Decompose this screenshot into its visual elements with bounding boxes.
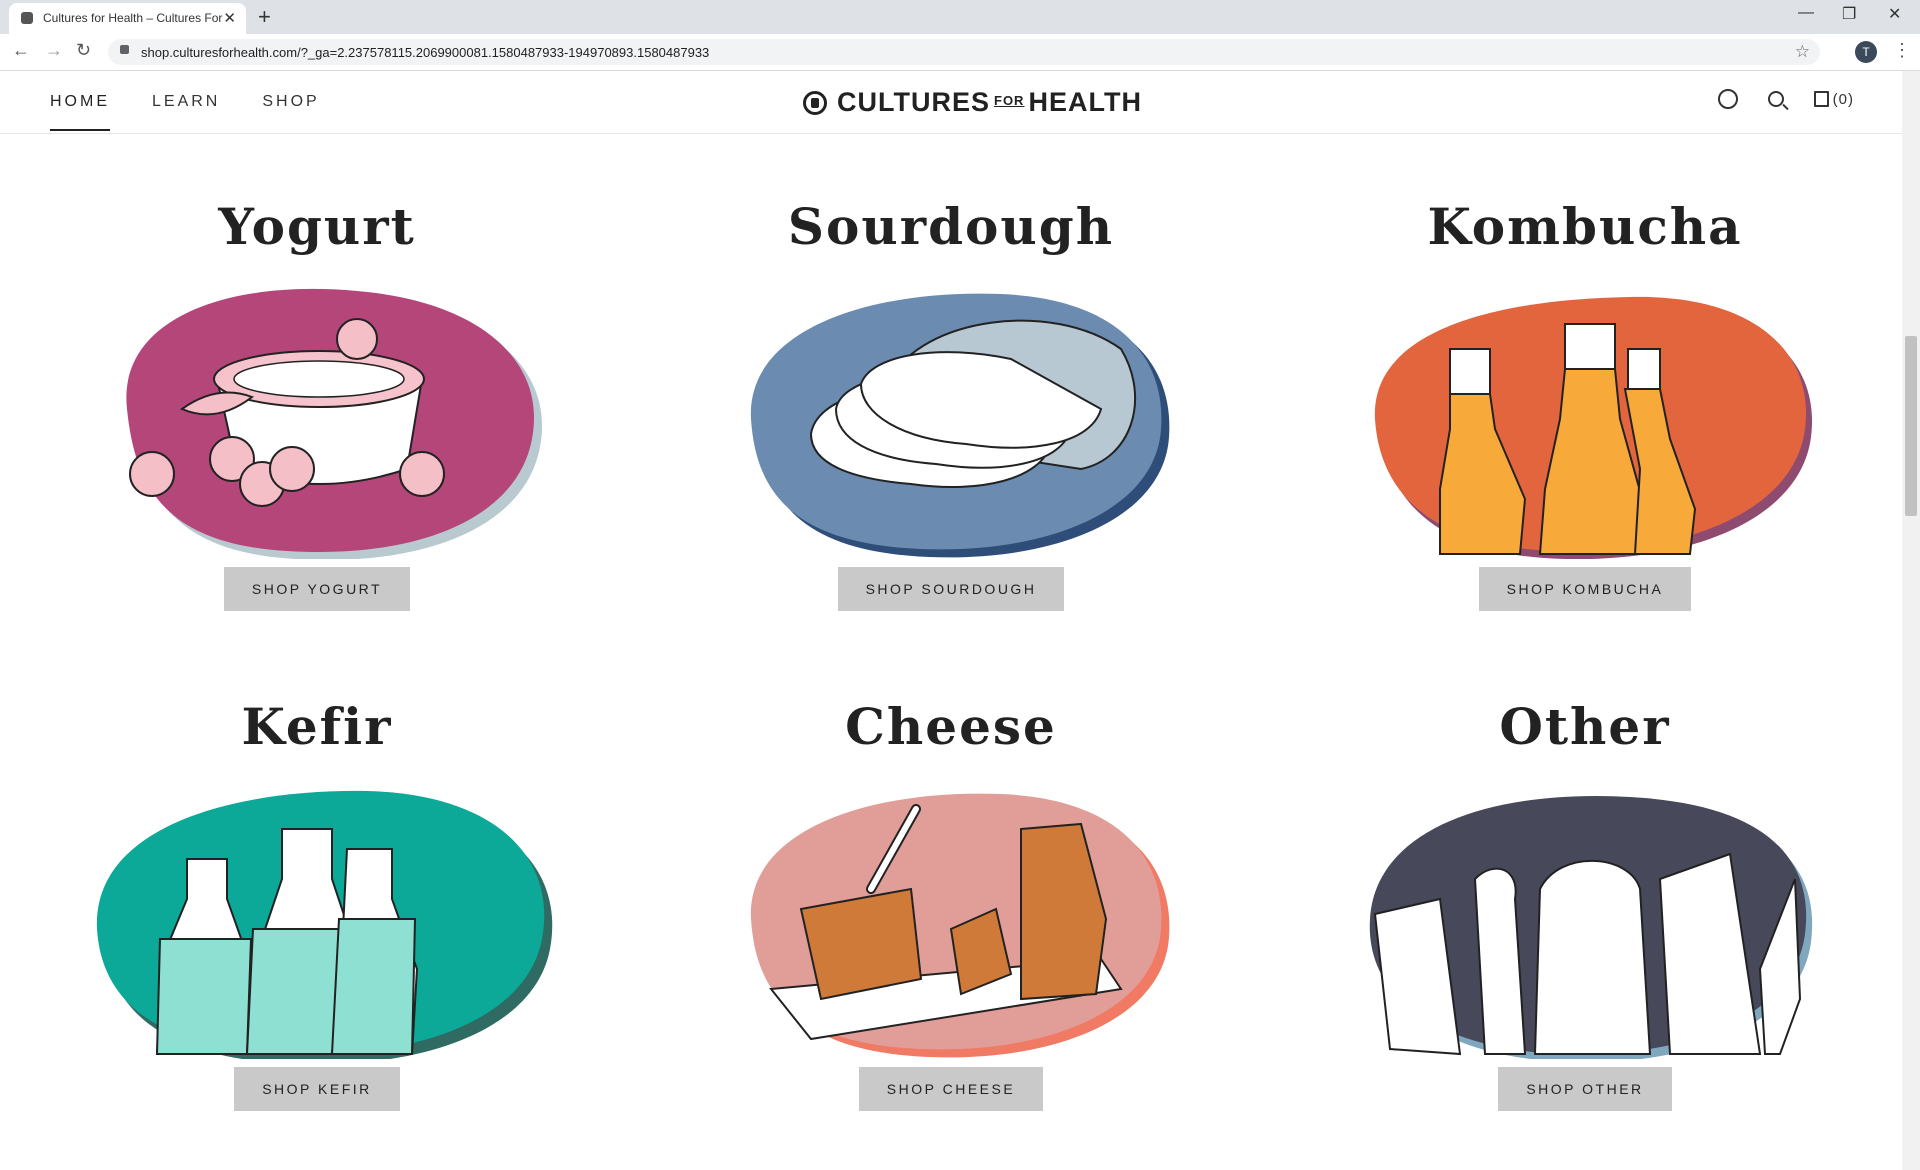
yogurt-illustration[interactable] [87,269,547,559]
category-card-kombucha: Kombucha SHOP KOMBUCHA [1268,185,1902,611]
header-icons: (0) [1717,89,1854,109]
kombucha-illustration[interactable] [1350,269,1820,559]
reload-icon[interactable]: ↻ [76,40,91,61]
site-header: HOME LEARN SHOP CULTURES FOR HEALTH (0) [0,71,1902,134]
shop-kefir-button[interactable]: SHOP KEFIR [234,1067,400,1111]
category-title: Other [1499,697,1671,756]
back-icon[interactable]: ← [12,40,30,61]
category-card-cheese: Cheese SHOP CHEESE [634,685,1268,1111]
category-card-kefir: Kefir SHOP KEFIR [0,685,634,1111]
other-illustration[interactable] [1350,769,1820,1059]
sourdough-illustration[interactable] [721,269,1181,559]
new-tab-icon[interactable]: + [258,4,271,30]
scrollbar-thumb[interactable] [1905,336,1917,516]
shop-yogurt-button[interactable]: SHOP YOGURT [223,567,411,611]
kefir-illustration[interactable] [77,769,557,1059]
cart-count: (0) [1832,90,1854,108]
nav-home[interactable]: HOME [50,93,110,131]
page-scrollbar[interactable] [1902,71,1920,1170]
browser-menu-icon[interactable]: ⋮ [1893,40,1911,61]
category-title: Yogurt [218,197,416,256]
close-tab-icon[interactable]: ✕ [223,9,236,27]
url-field[interactable]: shop.culturesforhealth.com/?_ga=2.237578… [108,39,1820,65]
logo-word-cultures: CULTURES [837,87,990,117]
main-nav: HOME LEARN SHOP [50,93,320,131]
address-bar-row: ← → ↻ shop.culturesforhealth.com/?_ga=2.… [0,34,1920,71]
shop-cheese-button[interactable]: SHOP CHEESE [858,1067,1044,1111]
nav-shop[interactable]: SHOP [262,93,319,131]
account-icon[interactable] [1717,89,1738,109]
site-favicon-icon [21,12,33,24]
site-logo[interactable]: CULTURES FOR HEALTH [803,87,1142,118]
shopping-bag-icon [1813,91,1829,107]
category-title: Cheese [845,697,1057,756]
forward-icon[interactable]: → [45,40,63,61]
profile-avatar[interactable]: T [1855,41,1877,63]
category-card-yogurt: Yogurt SHOP YOGURT [0,185,634,611]
logo-jar-icon [803,90,827,115]
category-title: Kefir [241,697,393,756]
bookmark-star-icon[interactable]: ☆ [1795,42,1810,62]
browser-tab[interactable]: Cultures for Health – Cultures For Healt… [9,3,246,34]
cheese-illustration[interactable] [721,769,1181,1059]
category-title: Kombucha [1427,197,1743,256]
category-card-other: Other SHOP OTHER [1268,685,1902,1111]
category-card-sourdough: Sourdough SHOP SOURDOUGH [634,185,1268,611]
tab-title: Cultures for Health – Cultures For Healt… [43,11,223,25]
cart-button[interactable]: (0) [1813,90,1854,108]
shop-sourdough-button[interactable]: SHOP SOURDOUGH [837,567,1065,611]
logo-word-for: FOR [994,93,1025,108]
url-text: shop.culturesforhealth.com/?_ga=2.237578… [141,45,710,60]
shop-other-button[interactable]: SHOP OTHER [1498,1067,1672,1111]
logo-word-health: HEALTH [1028,87,1142,117]
logo-text: CULTURES FOR HEALTH [837,87,1142,118]
close-window-icon[interactable]: ✕ [1888,4,1901,24]
browser-tab-bar: Cultures for Health – Cultures For Healt… [0,0,1920,34]
search-icon[interactable] [1767,91,1784,107]
minimize-icon[interactable]: — [1798,4,1814,22]
category-title: Sourdough [787,197,1115,256]
shop-kombucha-button[interactable]: SHOP KOMBUCHA [1478,567,1692,611]
restore-icon[interactable]: ❐ [1842,4,1856,24]
lock-icon [120,45,129,54]
nav-learn[interactable]: LEARN [152,93,220,131]
